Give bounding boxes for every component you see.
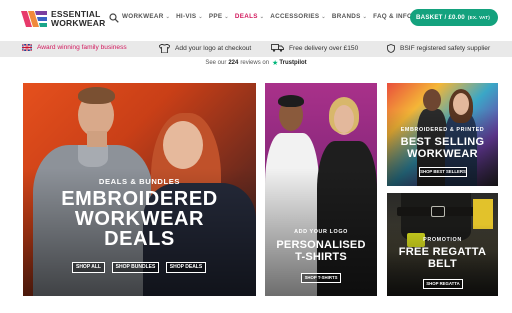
trustpilot-count: 224	[228, 60, 239, 66]
banner-free-regatta-belt[interactable]: PROMOTION FREE REGATTA BELT SHOP REGATTA	[387, 193, 498, 296]
belt-title-line2: BELT	[427, 258, 458, 270]
belt-title-line1: FREE REGATTA	[398, 246, 487, 258]
search-icon[interactable]	[109, 13, 119, 23]
logo-text: ESSENTIAL WORKWEAR	[51, 10, 105, 28]
main-banner-title: EMBROIDERED WORKWEAR DEALS	[23, 189, 256, 249]
main-title-line1: EMBROIDERED	[61, 188, 218, 210]
banner-personalised-tshirts[interactable]: ADD YOUR LOGO PERSONALISED T-SHIRTS SHOP…	[265, 83, 377, 296]
nav-label: DEALS	[234, 13, 258, 20]
chevron-down-icon: ⌄	[224, 13, 229, 20]
trustpilot-brand: Trustpilot	[279, 60, 307, 66]
tshirt-banner-subtitle: ADD YOUR LOGO	[294, 229, 348, 235]
delivery-truck-icon	[271, 44, 284, 52]
trustpilot-prefix: See our	[205, 60, 227, 66]
chevron-down-icon: ⌄	[165, 13, 171, 20]
chevron-down-icon: ⌄	[321, 13, 326, 20]
shop-bundles-button[interactable]: SHOP BUNDLES	[112, 262, 159, 273]
essential-workwear-logo[interactable]: ESSENTIAL WORKWEAR	[21, 9, 105, 31]
nav-item-deals[interactable]: DEALS ⌄	[235, 13, 264, 20]
site-header: ESSENTIAL WORKWEAR WORKWEAR ⌄ HI-VIS ⌄ PPE…	[0, 0, 512, 40]
nav-label: HI-VIS	[176, 13, 197, 20]
logo-mark-icon	[21, 11, 47, 27]
shop-tshirts-button[interactable]: SHOP T-SHIRTS	[301, 273, 341, 283]
tshirt-title-line1: PERSONALISED	[276, 239, 366, 251]
nav-item-hi-vis[interactable]: HI-VIS ⌄	[176, 13, 203, 20]
main-banner-subtitle: DEALS & BUNDLES	[98, 177, 181, 186]
nav-label: PPE	[208, 13, 223, 20]
shop-all-button[interactable]: SHOP ALL	[72, 262, 105, 273]
usp-bar: Award winning family business Add your l…	[0, 41, 512, 57]
union-flag-icon	[22, 44, 32, 51]
best-banner-title: BEST SELLING WORKWEAR	[387, 136, 498, 160]
shop-best-sellers-button[interactable]: SHOP BEST SELLERS	[419, 167, 467, 177]
logo-line2: WORKWEAR	[51, 18, 106, 28]
basket-label: BASKET / £0.00	[416, 14, 465, 21]
shirt-logo-icon	[159, 44, 170, 53]
models-tshirts-image	[265, 83, 377, 296]
nav-item-brands[interactable]: BRANDS ⌄	[332, 13, 367, 20]
nav-item-workwear[interactable]: WORKWEAR ⌄	[122, 13, 170, 20]
trustpilot-strip[interactable]: See our 224 reviews on ★ Trustpilot	[0, 58, 512, 68]
main-title-line3: DEALS	[104, 228, 175, 250]
nav-item-accessories[interactable]: ACCESSORIES ⌄	[270, 13, 326, 20]
usp-delivery: Free delivery over £150	[271, 44, 358, 52]
best-banner-subtitle: EMBROIDERED & PRINTED	[400, 127, 485, 133]
shop-deals-button[interactable]: SHOP DEALS	[166, 262, 206, 273]
usp-award-text: Award winning family business	[37, 44, 127, 51]
belt-banner-subtitle: PROMOTION	[423, 237, 462, 243]
basket-button[interactable]: BASKET / £0.00 (EX. VAT)	[410, 9, 498, 26]
nav-label: FAQ & INFO	[373, 13, 413, 20]
main-nav: WORKWEAR ⌄ HI-VIS ⌄ PPE ⌄ DEALS ⌄ ACCESSORIE…	[122, 13, 425, 20]
shield-icon	[387, 44, 395, 53]
nav-label: WORKWEAR	[122, 13, 164, 20]
usp-bsif-text: BSIF registered safety supplier	[400, 45, 491, 52]
banner-best-selling-workwear[interactable]: EMBROIDERED & PRINTED BEST SELLING WORKW…	[387, 83, 498, 186]
nav-label: ACCESSORIES	[270, 13, 320, 20]
usp-bsif: BSIF registered safety supplier	[387, 44, 490, 53]
main-title-line2: WORKWEAR	[74, 208, 205, 230]
usp-logo: Add your logo at checkout	[159, 44, 251, 53]
trustpilot-suffix: reviews on	[240, 60, 270, 66]
best-title-line2: WORKWEAR	[407, 148, 478, 160]
chevron-down-icon: ⌄	[362, 13, 368, 20]
tshirt-title-line2: T-SHIRTS	[295, 251, 347, 263]
tshirt-banner-title: PERSONALISED T-SHIRTS	[265, 239, 377, 263]
trustpilot-star-icon: ★	[272, 60, 279, 67]
chevron-down-icon: ⌄	[198, 13, 203, 20]
nav-item-ppe[interactable]: PPE ⌄	[209, 13, 229, 20]
belt-banner-title: FREE REGATTA BELT	[387, 246, 498, 270]
chevron-down-icon: ⌄	[259, 13, 265, 20]
shop-regatta-button[interactable]: SHOP REGATTA	[423, 279, 463, 289]
best-title-line1: BEST SELLING	[400, 136, 485, 148]
banner-embroidered-deals[interactable]: DEALS & BUNDLES EMBROIDERED WORKWEAR DEA…	[23, 83, 256, 296]
usp-delivery-text: Free delivery over £150	[289, 44, 359, 52]
usp-award: Award winning family business	[22, 44, 127, 51]
basket-ex-vat: (EX. VAT)	[467, 15, 490, 20]
nav-label: BRANDS	[331, 13, 361, 20]
usp-logo-text: Add your logo at checkout	[175, 45, 252, 52]
